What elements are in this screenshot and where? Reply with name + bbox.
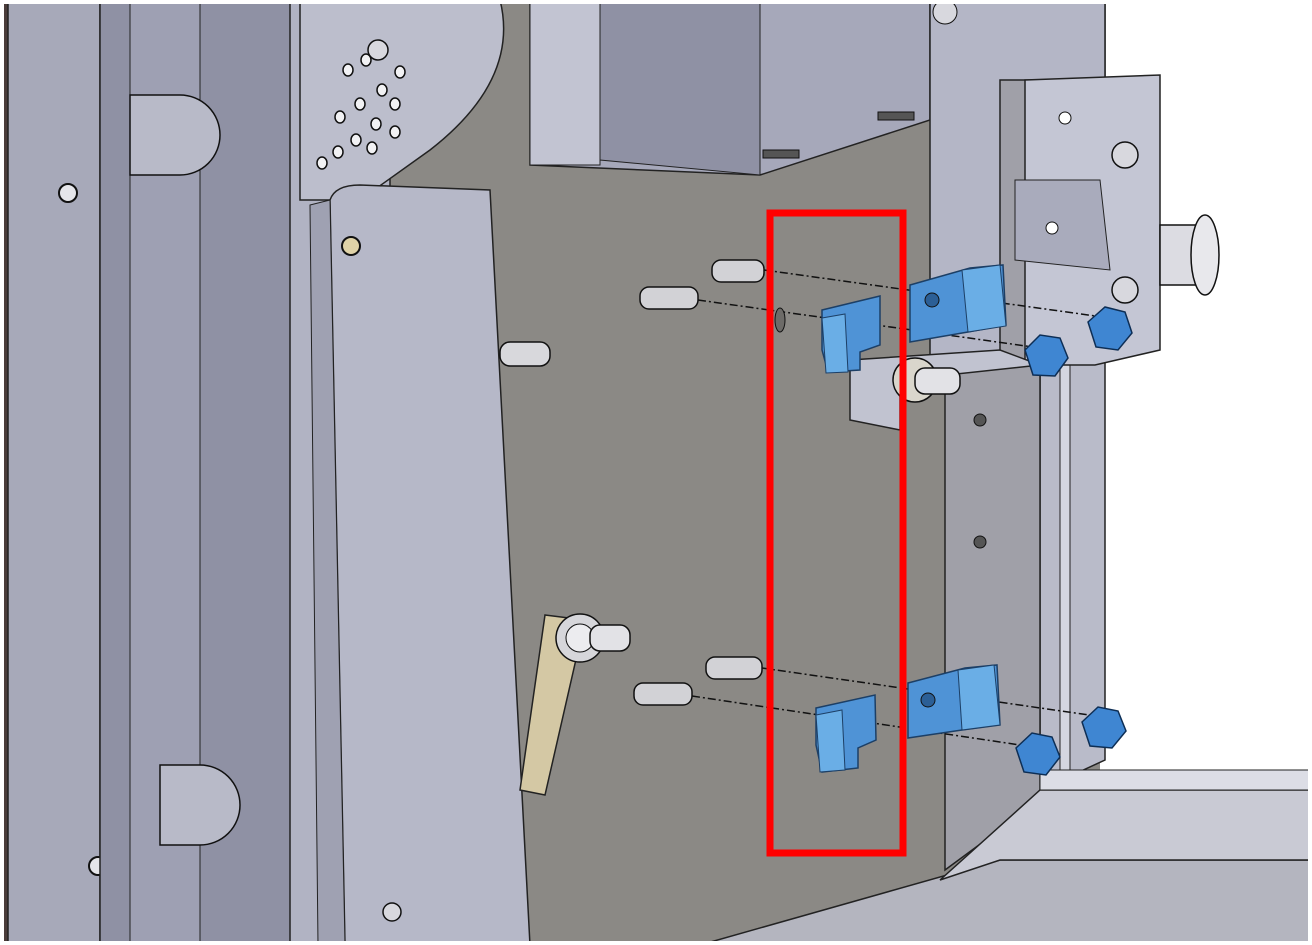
- hinge-bolt: [367, 39, 389, 61]
- cad-viewport[interactable]: [0, 0, 1312, 945]
- dowel-pin: [705, 656, 763, 680]
- block-shaft-end: [1190, 214, 1220, 296]
- screw-hole: [973, 535, 987, 549]
- block-screw: [1111, 276, 1139, 304]
- panel-hole: [58, 183, 78, 203]
- box-slot: [762, 149, 800, 159]
- cad-assembly-render: [0, 0, 1312, 945]
- channel-slot: [129, 94, 221, 176]
- plate-hole: [341, 236, 361, 256]
- clip-right-curl: [961, 264, 1007, 333]
- shelf-stud: [914, 367, 961, 395]
- clip-hole: [924, 292, 940, 308]
- block-hole: [1058, 111, 1072, 125]
- right-mount-block-face: [1014, 179, 1111, 271]
- link-stud: [589, 624, 631, 652]
- floor-tray-lip: [1039, 769, 1312, 791]
- channel-slot: [159, 764, 241, 846]
- top-center-box-side: [529, 0, 601, 166]
- dowel-pin: [711, 259, 765, 283]
- pin-hole: [774, 307, 786, 333]
- box-slot: [877, 111, 915, 121]
- standoff-pin: [499, 341, 551, 367]
- top-center-box-front: [599, 0, 761, 176]
- clip-left-curl: [815, 709, 846, 773]
- plate-bolt: [382, 902, 402, 922]
- clip-hole: [920, 692, 936, 708]
- clip-right-curl: [957, 664, 1001, 731]
- dowel-pin: [639, 286, 699, 310]
- clip-left-curl: [821, 313, 849, 374]
- block-screw: [1111, 141, 1139, 169]
- dowel-pin: [633, 682, 693, 706]
- screw-hole: [973, 413, 987, 427]
- block-hole: [1045, 221, 1059, 235]
- left-sheet-panel: [7, 0, 101, 945]
